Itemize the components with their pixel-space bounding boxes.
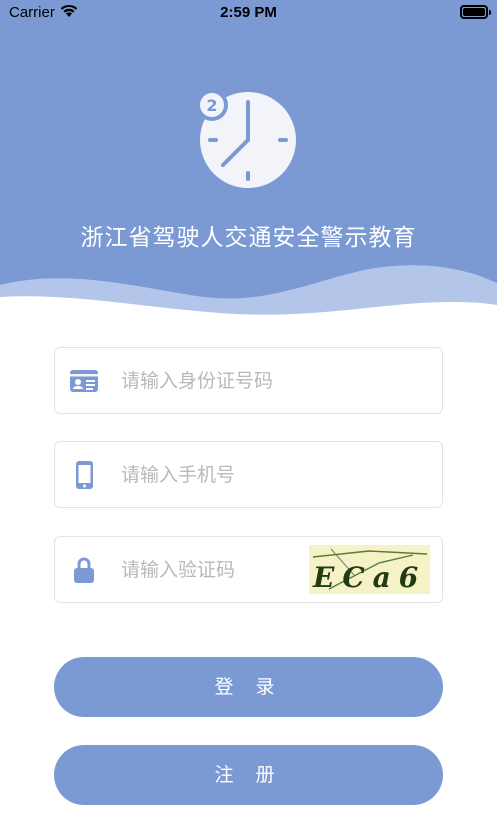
- login-button[interactable]: 登 录: [54, 657, 443, 717]
- id-card-icon: [70, 370, 98, 392]
- captcha-field[interactable]: ECa6: [54, 536, 443, 603]
- phone-icon: [76, 461, 93, 489]
- clock-logo-icon: 2: [196, 89, 296, 188]
- captcha-image[interactable]: ECa6: [309, 545, 430, 594]
- battery-icon: [460, 5, 491, 19]
- lock-icon: [74, 557, 94, 583]
- phone-input[interactable]: [121, 458, 351, 492]
- status-bar: Carrier 2:59 PM: [0, 0, 497, 26]
- id-card-input[interactable]: [121, 364, 351, 398]
- wave-decoration: [0, 265, 497, 325]
- clock-badge-number: 2: [206, 96, 217, 115]
- id-card-field[interactable]: [54, 347, 443, 414]
- app-title: 浙江省驾驶人交通安全警示教育: [80, 225, 417, 251]
- captcha-input[interactable]: [121, 553, 291, 587]
- register-button[interactable]: 注 册: [54, 745, 443, 805]
- phone-field[interactable]: [54, 441, 443, 508]
- captcha-text: ECa6: [312, 561, 426, 594]
- status-time: 2:59 PM: [220, 4, 277, 21]
